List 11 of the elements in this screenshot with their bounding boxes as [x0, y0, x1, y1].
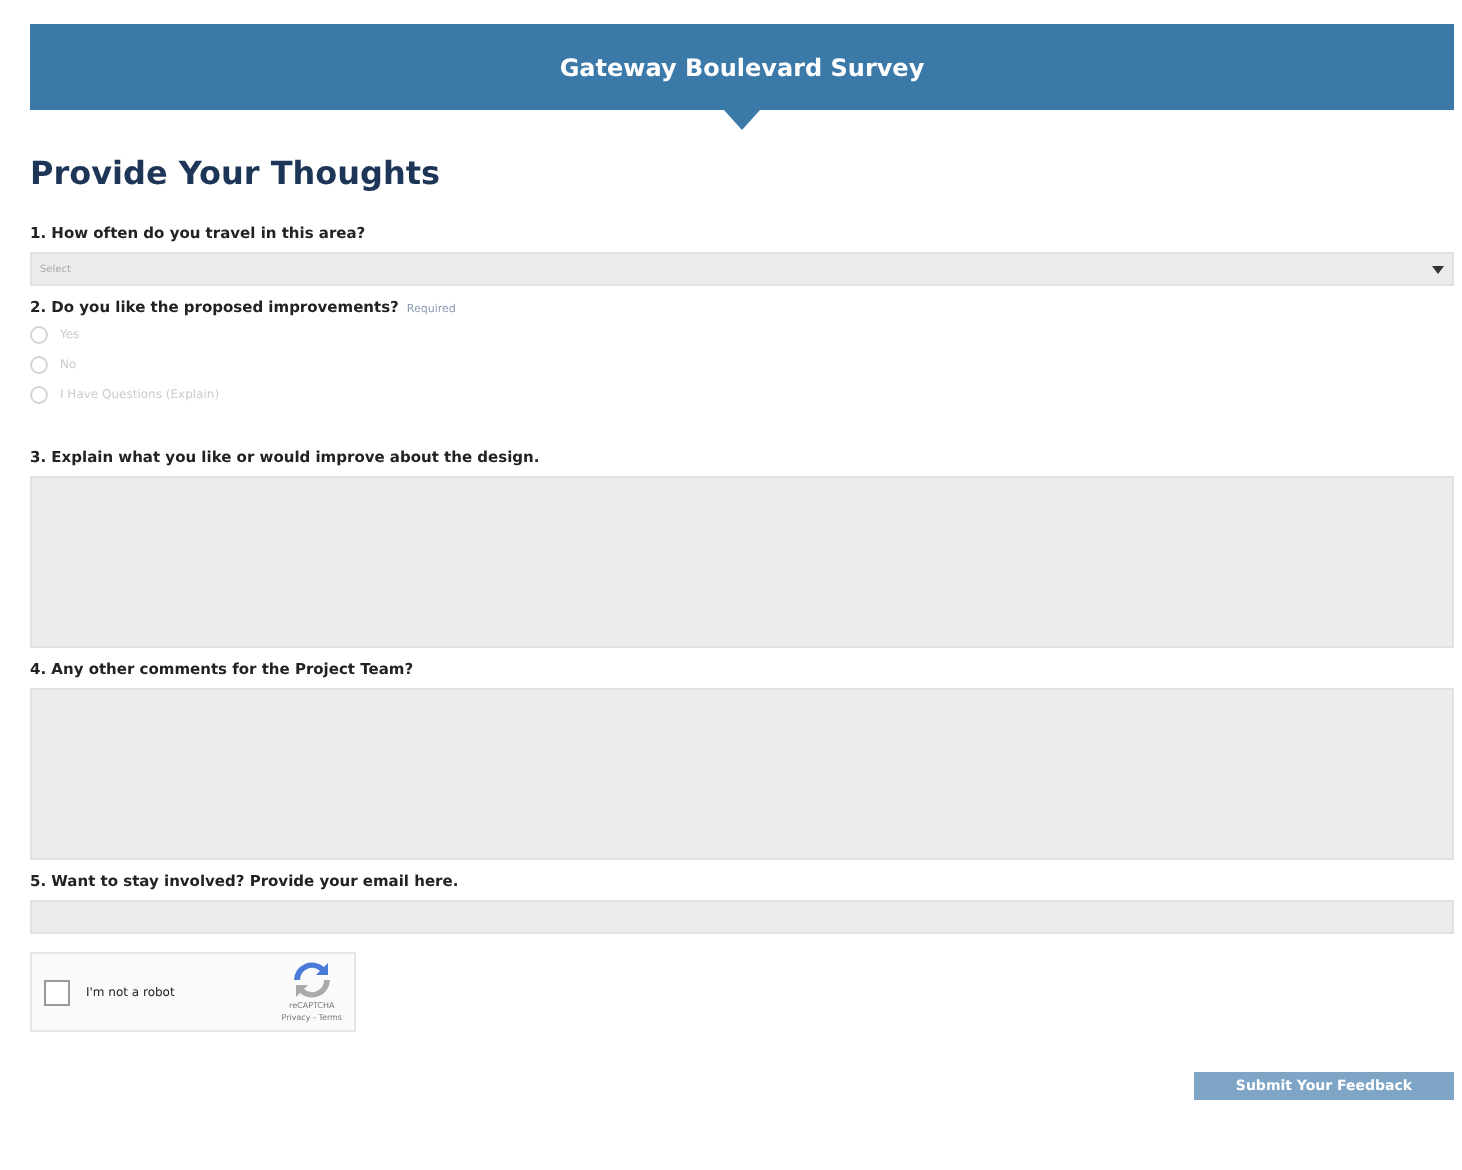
- comment-field[interactable]: [30, 688, 1454, 860]
- form-heading: Provide Your Thoughts: [30, 154, 443, 192]
- dropdown-caret-icon: [1432, 265, 1444, 273]
- radio-button[interactable]: [30, 386, 48, 404]
- email-field[interactable]: [30, 900, 1454, 934]
- recycle-arrows-icon: [293, 962, 330, 998]
- radio-button[interactable]: [30, 356, 48, 374]
- comment-field[interactable]: [30, 476, 1454, 648]
- radio-button[interactable]: [30, 326, 48, 344]
- survey-title: Gateway Boulevard Survey: [559, 53, 925, 81]
- captcha-checkbox[interactable]: [44, 979, 70, 1005]
